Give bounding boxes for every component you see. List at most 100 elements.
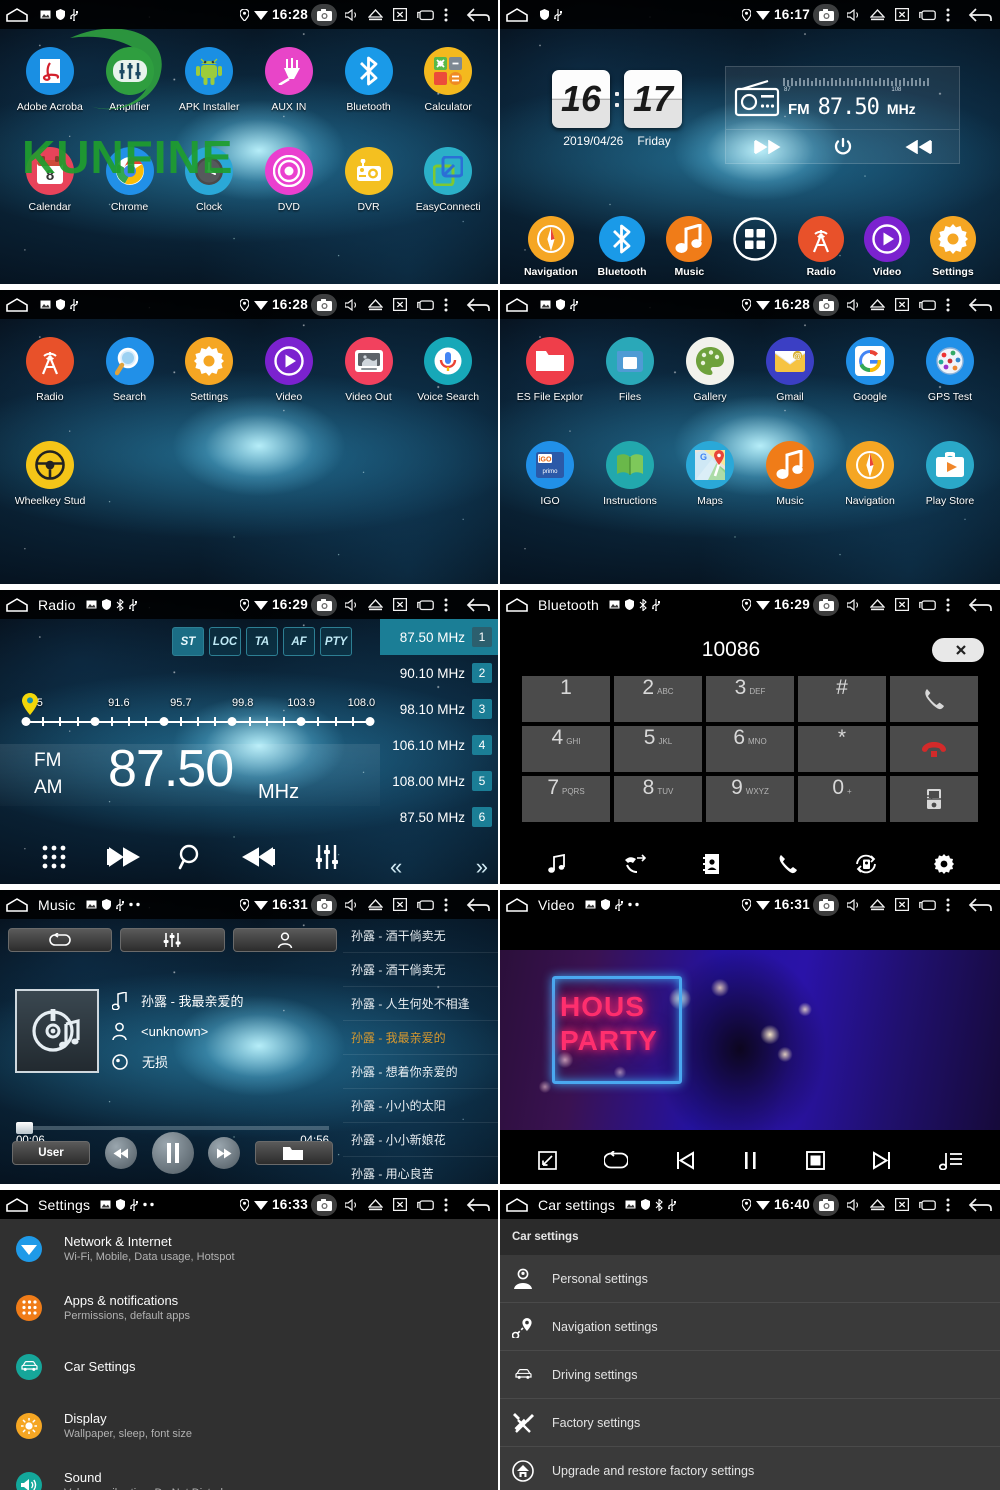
app-google[interactable]: Google [830,337,910,403]
back-icon[interactable] [466,897,490,912]
camera-icon[interactable] [311,893,337,916]
app-search[interactable]: Search [90,337,170,403]
eject-icon[interactable] [368,298,383,311]
app-adobe-acroba[interactable]: Adobe Acroba [10,47,90,113]
eject-icon[interactable] [870,598,885,611]
bt-music-icon[interactable] [547,854,567,874]
prev-icon[interactable] [675,1150,695,1170]
dial-key-star[interactable]: * [798,726,886,772]
music-playlist[interactable]: 孙露 - 酒干倘卖无 孙露 - 酒干倘卖无 孙露 - 人生何处不相逢 孙露 - 我最亲… [343,919,498,1184]
radio-preset-2[interactable]: 90.10 MHz 2 [380,655,498,691]
close-window-icon[interactable] [393,8,407,21]
close-window-icon[interactable] [895,298,909,311]
close-window-icon[interactable] [393,1198,407,1211]
radio-preset-4[interactable]: 106.10 MHz 4 [380,727,498,763]
overflow-menu-icon[interactable] [444,598,448,612]
car-settings-row-upgrade-and-restore-factory-settings[interactable]: Upgrade and restore factory settings [500,1447,1000,1490]
home-icon[interactable] [0,7,34,22]
radio-band-button-loc[interactable]: LOC [209,627,241,656]
home-icon[interactable] [500,7,534,22]
dial-key-6[interactable]: 6 MNO [706,726,794,772]
close-window-icon[interactable] [393,898,407,911]
recents-icon[interactable] [417,9,434,21]
radio-band-fm[interactable]: FM [34,747,63,774]
equalizer-icon[interactable] [120,928,225,952]
close-window-icon[interactable] [895,598,909,611]
overflow-menu-icon[interactable] [946,598,950,612]
recents-icon[interactable] [417,599,434,611]
app-calendar[interactable]: 8 Calendar [10,147,90,213]
keypad-icon[interactable] [41,844,67,870]
rewind-button[interactable] [104,1137,137,1169]
camera-icon[interactable] [813,1193,839,1216]
app-dvr[interactable]: DVR [329,147,409,213]
app-play-store[interactable]: Play Store [910,441,990,507]
back-icon[interactable] [466,1197,490,1212]
camera-icon[interactable] [813,293,839,316]
radio-preset-5[interactable]: 108.00 MHz 5 [380,763,498,799]
app-instructions[interactable]: Instructions [590,441,670,507]
app-apk-installer[interactable]: APK Installer [169,47,249,113]
preset-next-page-button[interactable]: » [476,854,488,880]
dial-key-8[interactable]: 8 TUV [614,776,702,822]
overflow-menu-icon[interactable] [946,298,950,312]
repeat-icon[interactable] [603,1150,628,1170]
bt-settings-icon[interactable] [933,854,954,874]
fullscreen-icon[interactable] [537,1150,557,1170]
next-station-button[interactable] [904,140,934,154]
radio-band-button-ta[interactable]: TA [246,627,278,656]
playlist-item[interactable]: 孙露 - 酒干倘卖无 [343,919,498,953]
overflow-menu-icon[interactable] [444,898,448,912]
volume-icon[interactable] [847,598,860,611]
close-window-icon[interactable] [895,898,909,911]
app-maps[interactable]: G Maps [670,441,750,507]
dial-key-7[interactable]: 7 PQRS [522,776,610,822]
radio-preset-1[interactable]: 87.50 MHz 1 [380,619,498,655]
settings-row-sound[interactable]: SoundVolume, vibration, Do Not Disturb [0,1455,498,1490]
app-dvd[interactable]: DVD [249,147,329,213]
home-icon[interactable] [500,297,534,312]
app-music[interactable]: Music [750,441,830,507]
app-video[interactable]: Video [249,337,329,403]
artist-icon[interactable] [232,928,337,952]
camera-icon[interactable] [813,3,839,26]
next-track-icon[interactable] [242,847,276,867]
eject-icon[interactable] [368,1198,383,1211]
camera-icon[interactable] [813,593,839,616]
video-surface[interactable]: HOUS PARTY [500,950,1000,1130]
overflow-menu-icon[interactable] [444,1198,448,1212]
close-window-icon[interactable] [895,8,909,21]
next-icon[interactable] [872,1150,892,1170]
radio-dial-track[interactable] [21,693,375,729]
app-easyconnecti[interactable]: EasyConnecti [408,147,488,213]
app-calculator[interactable]: Calculator [408,47,488,113]
home-icon[interactable] [500,897,534,912]
dock-item-music[interactable]: Music [666,216,713,278]
back-icon[interactable] [968,7,992,22]
dial-transfer-key[interactable] [890,776,978,822]
playlist-item[interactable]: 孙露 - 酒干倘卖无 [343,953,498,987]
eject-icon[interactable] [368,8,383,21]
equalizer-icon[interactable] [315,844,339,870]
overflow-menu-icon[interactable] [946,8,950,22]
app-amplifier[interactable]: Amplifier [90,47,170,113]
app-aux-in[interactable]: AUX IN [249,47,329,113]
volume-icon[interactable] [847,1198,860,1211]
volume-icon[interactable] [847,8,860,21]
dock-item-radio[interactable]: Radio [798,216,845,278]
back-icon[interactable] [968,897,992,912]
recents-icon[interactable] [417,899,434,911]
home-icon[interactable] [0,897,34,912]
car-settings-row-personal-settings[interactable]: Personal settings [500,1255,1000,1303]
settings-row-apps-notifications[interactable]: Apps & notifications Permissions, default… [0,1278,498,1337]
preset-prev-page-button[interactable]: « [390,854,402,880]
home-icon[interactable] [0,297,34,312]
eject-icon[interactable] [368,898,383,911]
playlist-item[interactable]: 孙露 - 用心良苦 [343,1157,498,1184]
car-settings-row-driving-settings[interactable]: Driving settings [500,1351,1000,1399]
overflow-menu-icon[interactable] [444,8,448,22]
dial-key-1[interactable]: 1 [522,676,610,722]
volume-icon[interactable] [847,898,860,911]
app-navigation[interactable]: Navigation [830,441,910,507]
car-settings-row-factory-settings[interactable]: Factory settings [500,1399,1000,1447]
